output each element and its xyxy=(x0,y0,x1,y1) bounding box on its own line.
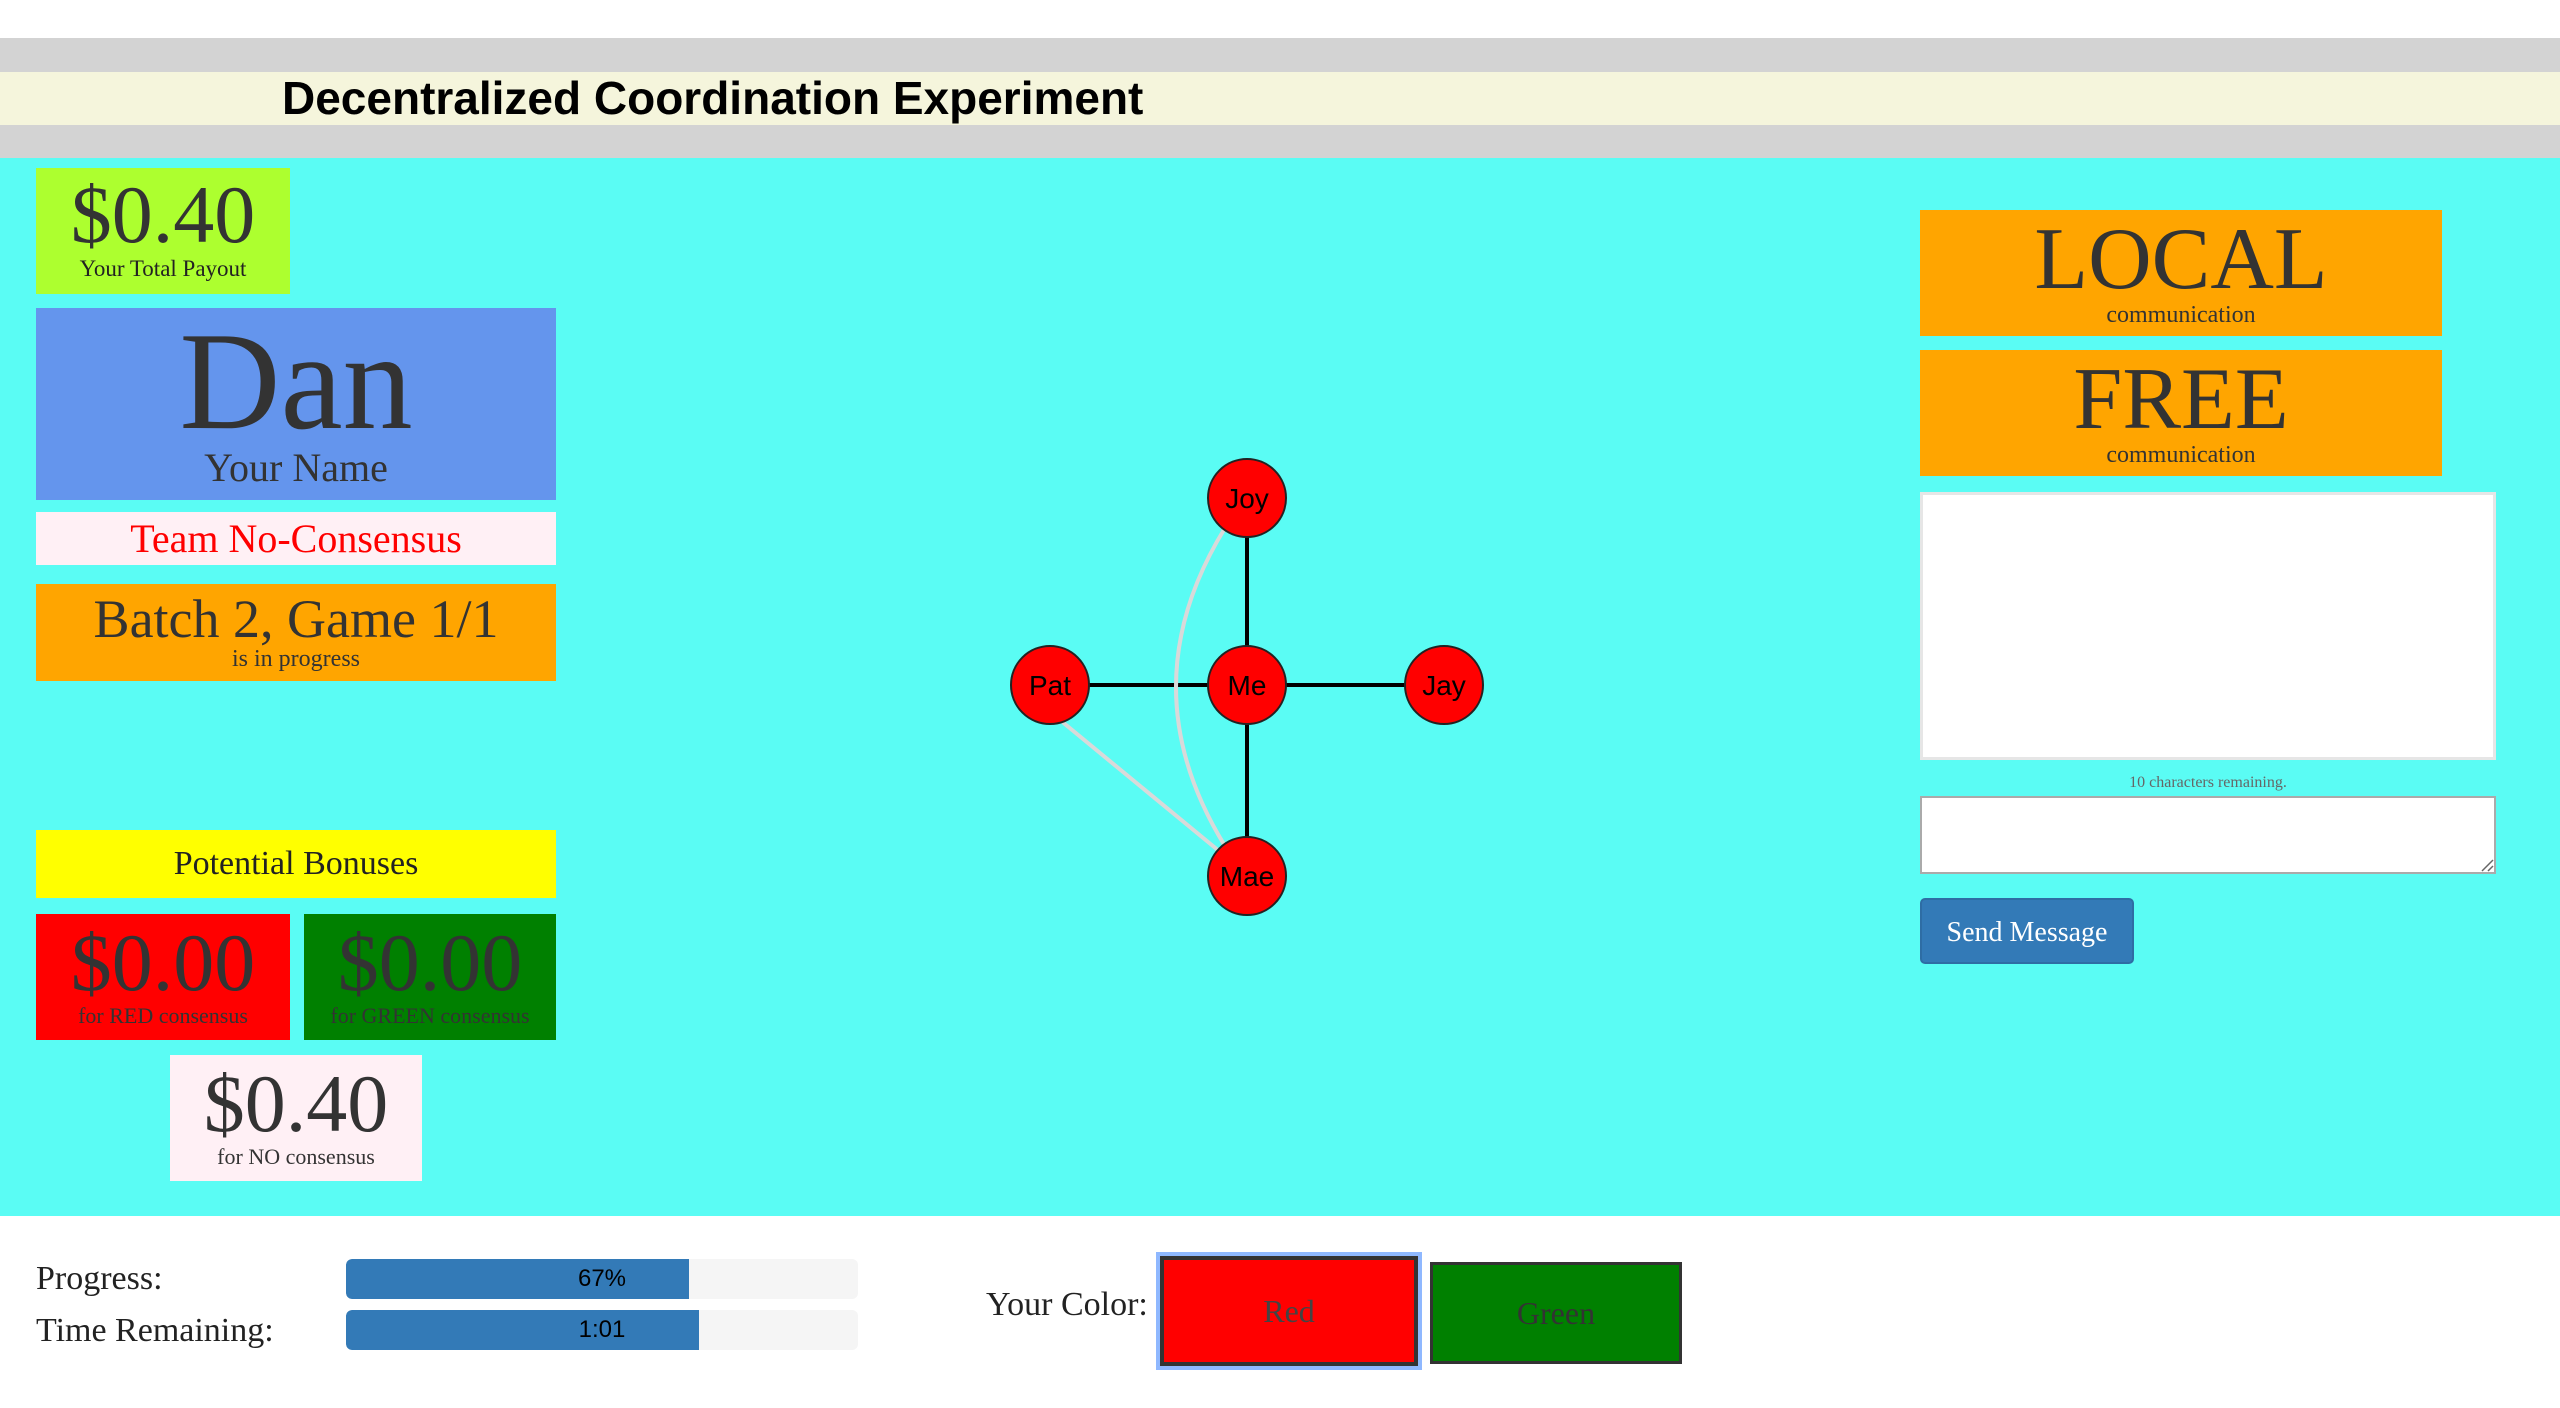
total-payout-amount: $0.40 xyxy=(70,169,256,260)
progress-text: 67% xyxy=(577,1265,627,1292)
player-name: Dan xyxy=(179,304,413,459)
communication-mode-value: FREE xyxy=(2073,351,2289,448)
green-color-button[interactable]: Green xyxy=(1430,1262,1682,1364)
no-bonus-amount: $0.40 xyxy=(203,1058,389,1149)
batch-game-text: Batch 2, Game 1/1 xyxy=(93,589,499,649)
message-input[interactable] xyxy=(1920,796,2496,874)
characters-remaining: 10 characters remaining. xyxy=(2129,774,2287,791)
green-bonus-amount: $0.00 xyxy=(337,917,523,1008)
potential-bonuses-title: Potential Bonuses xyxy=(36,830,556,898)
progress-bar: 67% xyxy=(346,1259,858,1299)
node-label-mae: Mae xyxy=(1220,861,1274,892)
node-label-jay: Jay xyxy=(1422,670,1466,701)
game-status-card: Batch 2, Game 1/1 is in progress xyxy=(36,584,556,681)
green-bonus-label: for GREEN consensus xyxy=(330,1003,530,1028)
node-label-me: Me xyxy=(1228,670,1267,701)
network-graph: Joy Pat Me Jay Mae xyxy=(1010,458,1484,916)
resize-grip-icon[interactable] xyxy=(2480,858,2494,872)
communication-mode-label: communication xyxy=(2106,442,2256,468)
node-label-joy: Joy xyxy=(1225,483,1269,514)
time-remaining-bar: 1:01 xyxy=(346,1310,858,1350)
player-name-label: Your Name xyxy=(204,445,388,490)
progress-label: Progress: xyxy=(36,1260,163,1297)
node-pat: Pat xyxy=(1010,645,1090,725)
node-joy: Joy xyxy=(1207,458,1287,538)
your-color-label: Your Color: xyxy=(986,1286,1148,1323)
game-state-text: is in progress xyxy=(232,646,360,672)
communication-scope-value: LOCAL xyxy=(2034,211,2328,308)
red-consensus-bonus-card: $0.00 for RED consensus xyxy=(36,914,290,1040)
graph-nodes: Joy Pat Me Jay Mae xyxy=(1010,458,1484,916)
green-consensus-bonus-card: $0.00 for GREEN consensus xyxy=(304,914,556,1040)
send-message-button[interactable]: Send Message xyxy=(1920,898,2134,964)
app-title: Decentralized Coordination Experiment xyxy=(282,72,1144,124)
player-name-card: Dan Your Name xyxy=(36,308,556,500)
time-remaining-label: Time Remaining: xyxy=(36,1312,274,1349)
communication-mode-card: FREE communication xyxy=(1920,350,2442,476)
communication-scope-card: LOCAL communication xyxy=(1920,210,2442,336)
red-bonus-amount: $0.00 xyxy=(70,917,256,1008)
communication-scope-label: communication xyxy=(2106,302,2256,328)
node-jay: Jay xyxy=(1404,645,1484,725)
node-label-pat: Pat xyxy=(1029,670,1071,701)
team-badge: Team No-Consensus xyxy=(36,512,556,565)
node-me: Me xyxy=(1207,645,1287,725)
no-consensus-bonus-card: $0.40 for NO consensus xyxy=(170,1055,422,1181)
chat-log[interactable] xyxy=(1920,492,2496,760)
total-payout-card: $0.40 Your Total Payout xyxy=(36,168,290,294)
red-color-button[interactable]: Red xyxy=(1160,1256,1418,1366)
time-remaining-text: 1:01 xyxy=(578,1316,626,1343)
node-mae: Mae xyxy=(1207,836,1287,916)
